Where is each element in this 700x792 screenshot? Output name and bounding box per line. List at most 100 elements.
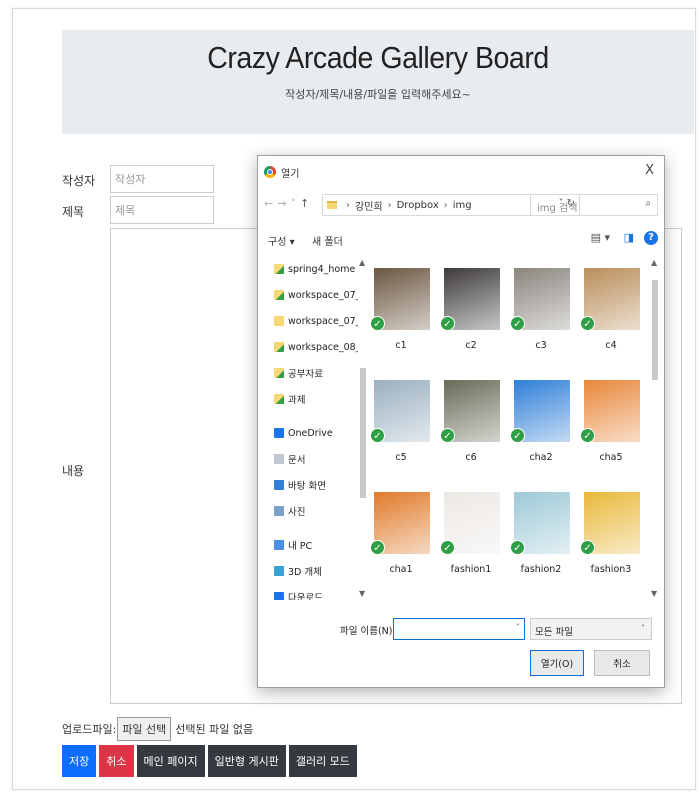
file-name-label: fashion3 (590, 564, 632, 575)
navigation-pane: spring4_home workspace_07_0(workspace_07_… (268, 256, 358, 600)
nav-item[interactable]: 공부자료 (268, 360, 358, 386)
search-icon: ⌕ (645, 198, 651, 209)
upload-row: 업로드파일: 파일 선택 선택된 파일 없음 (62, 717, 253, 741)
sync-check-icon: ✓ (580, 428, 595, 443)
chevron-down-icon[interactable]: ˅ (516, 623, 520, 632)
folder-icon (274, 316, 284, 326)
file-scrollbar[interactable]: ▲ ▼ (650, 256, 660, 600)
file-name-label: c2 (465, 340, 477, 351)
sync-check-icon: ✓ (370, 316, 385, 331)
back-arrow-icon[interactable]: ← (264, 197, 277, 210)
preview-pane-icon[interactable]: ◨ (624, 231, 634, 244)
nav-item[interactable]: 문서 (268, 446, 358, 472)
action-buttons: 저장 취소 메인 페이지 일반형 게시판 갤러리 모드 (62, 745, 357, 777)
breadcrumb-separator-icon: › (443, 199, 448, 211)
nav-item-label: 다운로드 (288, 593, 323, 600)
file-name-label: cha1 (389, 564, 413, 575)
help-icon[interactable]: ? (644, 231, 658, 245)
cancel-button[interactable]: 취소 (99, 745, 134, 777)
sync-check-icon: ✓ (370, 428, 385, 443)
file-name-label: c6 (465, 452, 477, 463)
close-icon[interactable]: X (645, 163, 654, 178)
filename-label: 파일 이름(N): (340, 626, 396, 637)
sync-check-icon: ✓ (370, 540, 385, 555)
nav-item[interactable]: workspace_08_1 (268, 334, 358, 360)
cloud-icon (274, 428, 284, 438)
nav-item[interactable]: spring4_home (268, 256, 358, 282)
dropbox-folder-icon (274, 264, 284, 274)
nav-item-label: 공부자료 (288, 369, 323, 380)
new-folder-button[interactable]: 새 폴더 (312, 233, 343, 248)
nav-item-label: workspace_07_0( (288, 315, 358, 327)
picture-icon (274, 506, 284, 516)
scroll-up-icon[interactable]: ▲ (359, 258, 365, 267)
breadcrumb-separator-icon: › (387, 199, 392, 211)
nav-item-label: 내 PC (288, 541, 313, 552)
search-input[interactable]: img 검색 ⌕ (530, 194, 658, 216)
open-button[interactable]: 열기(O) (530, 650, 584, 676)
save-button[interactable]: 저장 (62, 745, 97, 777)
file-grid: ✓ c1 ✓ c2 ✓ c3 ✓ c4 ✓ c5 ✓ c6 ✓ cha2 ✓ cha5 ✓ cha1 ✓ fashio… (370, 256, 648, 600)
writer-label: 작성자 (62, 174, 96, 188)
organize-menu[interactable]: 구성 ▾ (268, 233, 295, 248)
filename-input[interactable]: ˅ (393, 618, 525, 640)
writer-input[interactable]: 작성자 (110, 165, 214, 193)
upload-label: 업로드파일: (62, 723, 117, 736)
scroll-down-icon[interactable]: ▼ (651, 589, 657, 598)
view-options-icon[interactable]: ▤ ▾ (591, 231, 610, 244)
dialog-toolbar: 구성 ▾ 새 폴더 ▤ ▾ ◨ ? (258, 228, 664, 252)
dropdown-chevron-icon[interactable]: ˅ (290, 197, 300, 210)
forward-arrow-icon[interactable]: → (277, 197, 290, 210)
title-input[interactable]: 제목 (110, 196, 214, 224)
nav-item-label: 바탕 화면 (288, 481, 326, 492)
main-page-button[interactable]: 메인 페이지 (136, 745, 205, 777)
download-icon (274, 592, 284, 600)
sync-check-icon: ✓ (510, 428, 525, 443)
filename-row: 파일 이름(N): ˅ 모든 파일 ˅ (258, 616, 664, 642)
address-row: ←→˅↑ › 강민희 › Dropbox › img ˅ ↻ img 검색 ⌕ (258, 192, 664, 218)
nav-scrollbar[interactable]: ▲ ▼ (358, 256, 368, 600)
nav-item[interactable]: 내 PC (268, 532, 358, 558)
nav-item[interactable]: workspace_07_0( (268, 282, 358, 308)
list-board-button[interactable]: 일반형 게시판 (207, 745, 286, 777)
breadcrumb-item[interactable]: img (453, 200, 472, 211)
sync-check-icon: ✓ (440, 540, 455, 555)
sync-check-icon: ✓ (440, 428, 455, 443)
nav-item[interactable]: workspace_07_0( (268, 308, 358, 334)
dialog-cancel-button[interactable]: 취소 (594, 650, 650, 676)
nav-item[interactable]: OneDrive (268, 420, 358, 446)
choose-file-button[interactable]: 파일 선택 (117, 717, 172, 741)
search-placeholder: img 검색 (537, 203, 578, 214)
nav-item[interactable]: 과제 (268, 386, 358, 412)
nav-arrows: ←→˅↑ (264, 197, 313, 210)
document-icon (274, 454, 284, 464)
gallery-mode-button[interactable]: 갤러리 모드 (288, 745, 357, 777)
sync-check-icon: ✓ (510, 540, 525, 555)
nav-item[interactable]: 3D 개체 (268, 558, 358, 584)
dropbox-folder-icon (274, 368, 284, 378)
nav-item[interactable]: 바탕 화면 (268, 472, 358, 498)
breadcrumb-item[interactable]: 강민희 (355, 198, 383, 213)
scroll-down-icon[interactable]: ▼ (359, 589, 365, 598)
nav-item-label: workspace_08_1 (288, 341, 358, 353)
filetype-select[interactable]: 모든 파일 ˅ (530, 618, 652, 640)
nav-item[interactable]: 다운로드 (268, 584, 358, 600)
breadcrumb-item[interactable]: Dropbox (397, 200, 439, 211)
scroll-thumb[interactable] (652, 280, 658, 380)
file-open-dialog: 열기 X ←→˅↑ › 강민희 › Dropbox › img ˅ ↻ img … (257, 155, 665, 688)
no-file-text: 선택된 파일 없음 (175, 723, 254, 736)
nav-item[interactable]: 사진 (268, 498, 358, 524)
title-label: 제목 (62, 205, 85, 219)
page-subtitle: 작성자/제목/내용/파일을 입력해주세요~ (285, 88, 471, 101)
file-name-label: cha5 (599, 452, 623, 463)
dropbox-folder-icon (274, 342, 284, 352)
breadcrumb-separator-icon: › (346, 199, 350, 211)
up-arrow-icon[interactable]: ↑ (300, 197, 313, 210)
scroll-thumb[interactable] (360, 368, 366, 498)
scroll-up-icon[interactable]: ▲ (651, 258, 657, 267)
file-name-label: fashion1 (450, 564, 492, 575)
dropbox-folder-icon (274, 290, 284, 300)
nav-item-label: 사진 (288, 507, 306, 518)
sync-check-icon: ✓ (580, 540, 595, 555)
chrome-icon (264, 166, 276, 178)
